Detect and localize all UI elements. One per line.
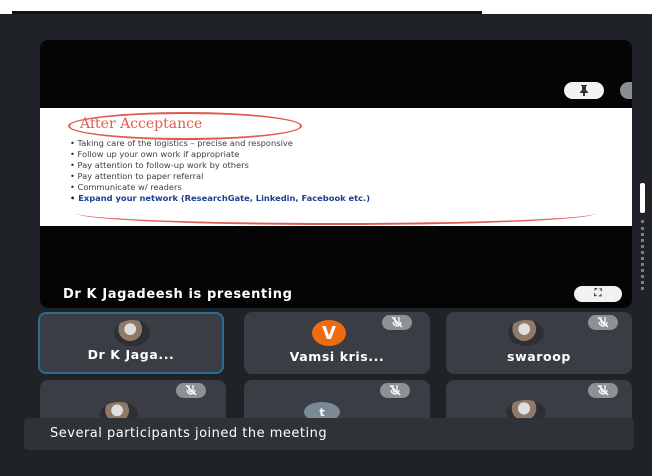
avatar xyxy=(508,320,544,346)
pin-button[interactable] xyxy=(564,82,604,99)
slide-bullet: Follow up your own work if appropriate xyxy=(70,149,370,160)
slide-bullet: Communicate w/ readers xyxy=(70,182,370,193)
slide-bullet: Pay attention to follow-up work by other… xyxy=(70,160,370,171)
participant-name: Dr K Jaga... xyxy=(87,347,175,362)
slide-title: After Acceptance xyxy=(80,116,203,132)
fullscreen-icon: ⛶ xyxy=(594,288,602,299)
slide-bullet: Pay attention to paper referral xyxy=(70,171,370,182)
slide-underline xyxy=(76,201,596,225)
scrollbar-track[interactable] xyxy=(641,220,647,290)
presenting-label: Dr K Jagadeesh is presenting xyxy=(63,287,293,302)
avatar: V xyxy=(312,320,346,346)
mic-off-icon xyxy=(597,317,609,328)
slide: After Acceptance Taking care of the logi… xyxy=(40,108,632,226)
presentation-stage[interactable]: After Acceptance Taking care of the logi… xyxy=(40,40,632,308)
notification-toast: Several participants joined the meeting xyxy=(24,418,634,450)
fullscreen-button[interactable]: ⛶ xyxy=(574,286,622,302)
mute-indicator xyxy=(588,315,618,330)
participant-name: Vamsi kris... xyxy=(289,349,385,364)
mute-indicator xyxy=(382,315,412,330)
mute-indicator xyxy=(380,383,410,398)
toast-text: Several participants joined the meeting xyxy=(50,426,328,441)
participant-name: swaroop xyxy=(507,349,571,364)
slide-bullets: Taking care of the logistics – precise a… xyxy=(70,138,370,204)
pin-icon xyxy=(577,84,591,97)
scrollbar-thumb[interactable] xyxy=(640,183,645,213)
mic-off-icon xyxy=(185,385,197,396)
mute-indicator xyxy=(176,383,206,398)
participant-tile[interactable]: swaroop xyxy=(446,312,632,374)
participant-tile[interactable]: V Vamsi kris... xyxy=(244,312,430,374)
avatar xyxy=(114,320,150,346)
mic-off-icon xyxy=(391,317,403,328)
mic-off-icon xyxy=(597,385,609,396)
mic-off-icon xyxy=(389,385,401,396)
main-mute-button[interactable] xyxy=(620,82,632,99)
mute-indicator xyxy=(588,383,618,398)
slide-bullet: Taking care of the logistics – precise a… xyxy=(70,138,370,149)
top-spacer xyxy=(0,14,652,38)
participant-tile[interactable]: Dr K Jaga... xyxy=(38,312,224,374)
